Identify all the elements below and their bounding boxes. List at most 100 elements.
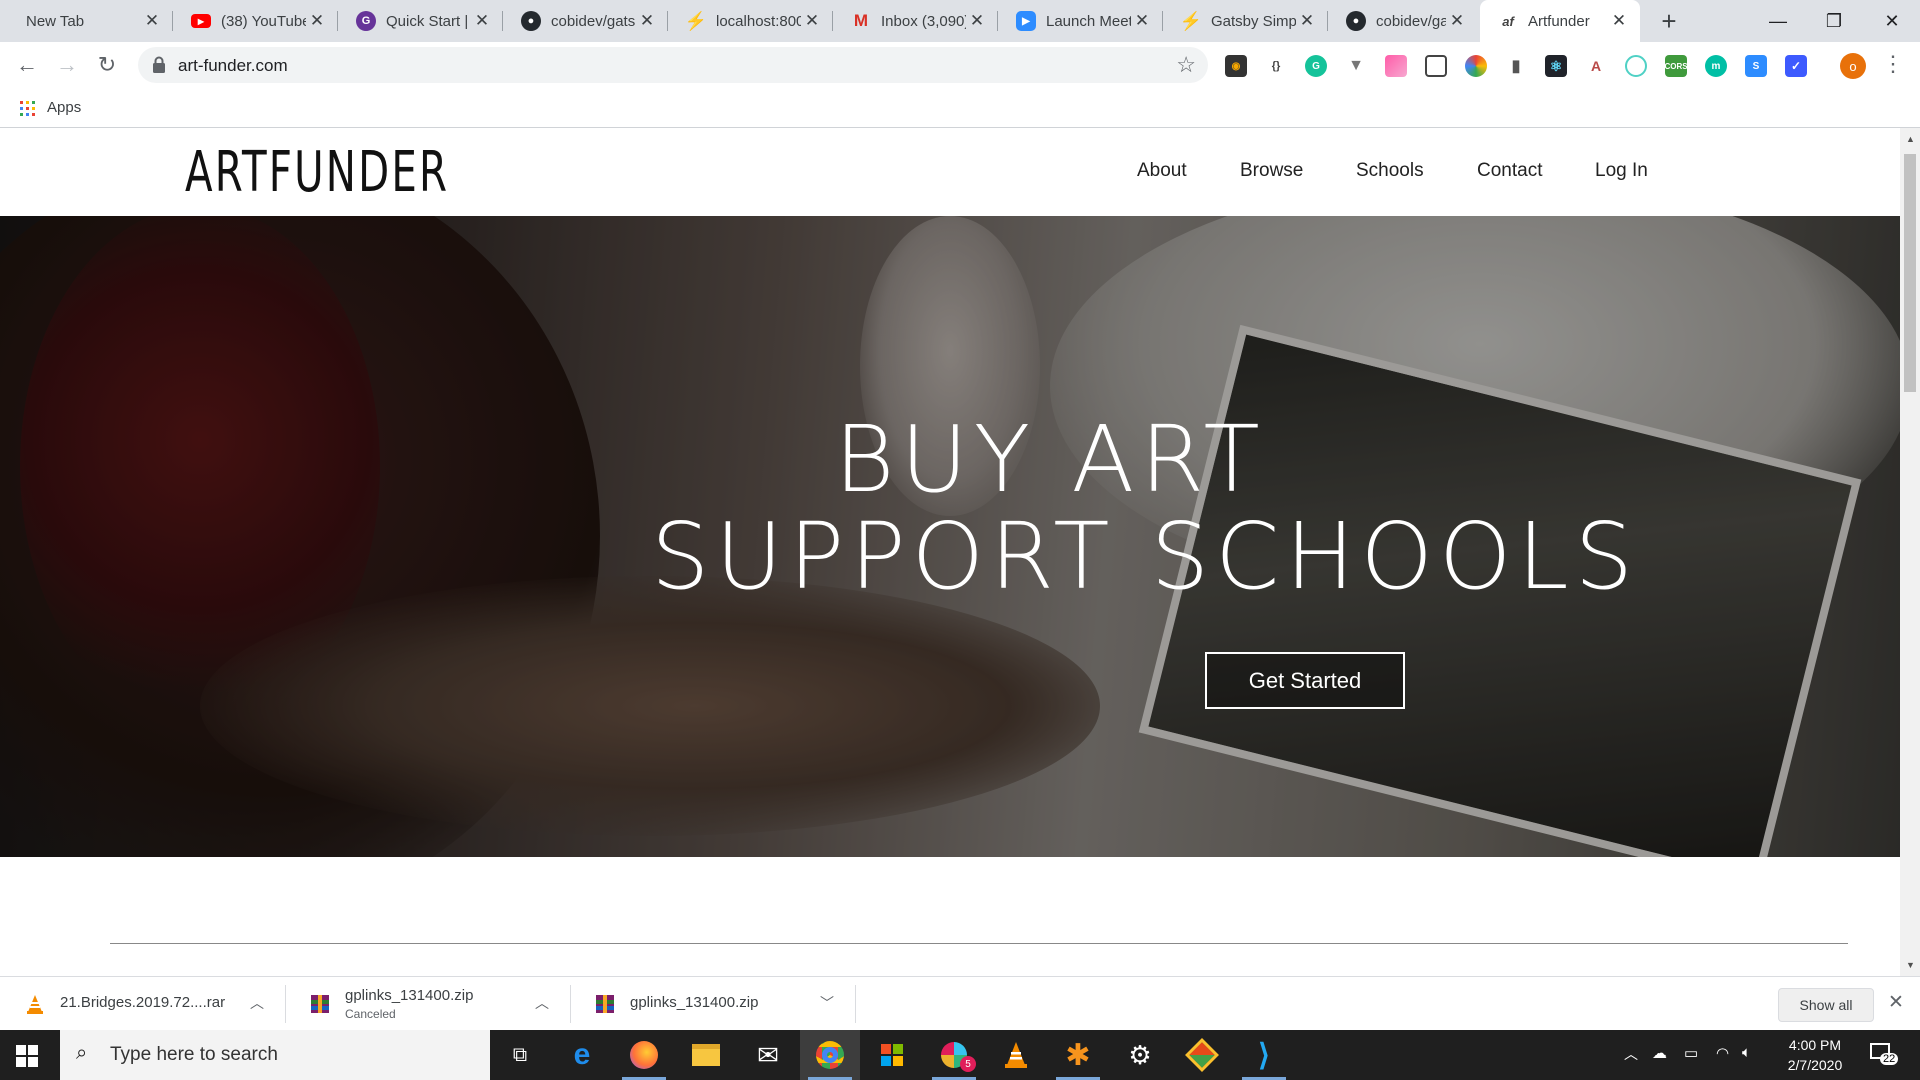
close-icon[interactable]: ✕ bbox=[966, 10, 988, 32]
download-item-1[interactable]: 21.Bridges.2019.72....rar ︿ bbox=[0, 977, 285, 1031]
close-icon[interactable]: ✕ bbox=[1296, 10, 1318, 32]
chevron-up-tray-icon[interactable]: ︿ bbox=[1624, 1044, 1638, 1064]
tab-gmail[interactable]: M Inbox (3,090) ✕ bbox=[833, 0, 998, 42]
tab-zoom[interactable]: ▶ Launch Meeting ✕ bbox=[998, 0, 1163, 42]
taskbar-search-box[interactable]: ⌕ Type here to search bbox=[60, 1030, 490, 1080]
taskbar-clock[interactable]: 4:00 PM 2/7/2020 bbox=[1770, 1035, 1860, 1075]
gatsby-icon: G bbox=[356, 11, 376, 31]
close-icon[interactable]: ✕ bbox=[1608, 10, 1630, 32]
show-all-downloads-button[interactable]: Show all bbox=[1778, 988, 1874, 1022]
forward-arrow-icon[interactable]: → bbox=[50, 48, 84, 82]
close-icon[interactable]: ✕ bbox=[141, 10, 163, 32]
nav-log-in[interactable]: Log In bbox=[1595, 160, 1648, 182]
git-kraken-icon[interactable] bbox=[1172, 1030, 1232, 1080]
scroll-down-arrow-icon[interactable]: ▼ bbox=[1906, 960, 1915, 970]
get-started-button[interactable]: Get Started bbox=[1205, 652, 1405, 709]
grammarly-icon[interactable]: G bbox=[1305, 55, 1327, 77]
tab-gatsby-quick-start[interactable]: G Quick Start | ✕ bbox=[338, 0, 503, 42]
tab-youtube[interactable]: ▶ (38) YouTube ✕ bbox=[173, 0, 338, 42]
loader-icon[interactable] bbox=[1625, 55, 1647, 77]
color-picker-icon[interactable] bbox=[1385, 55, 1407, 77]
pdf-icon[interactable]: A bbox=[1585, 55, 1607, 77]
tab-title: (38) YouTube bbox=[221, 12, 306, 30]
tab-title: cobidev/gatsby bbox=[551, 12, 636, 30]
windows-start-icon[interactable] bbox=[16, 1045, 38, 1067]
slack-icon[interactable]: 5 bbox=[924, 1030, 984, 1080]
close-window-icon[interactable]: ✕ bbox=[1864, 0, 1920, 42]
tab-artfunder[interactable]: af Artfunder ✕ bbox=[1480, 0, 1640, 42]
settings-gear-icon[interactable]: ⚙ bbox=[1110, 1030, 1170, 1080]
close-icon[interactable]: ✕ bbox=[471, 10, 493, 32]
close-icon[interactable]: ✕ bbox=[636, 10, 658, 32]
reload-icon[interactable]: ↻ bbox=[90, 48, 124, 82]
download-item-2[interactable]: gplinks_131400.zip Canceled ︿ bbox=[285, 977, 570, 1031]
tab-github-1[interactable]: ● cobidev/gatsby ✕ bbox=[503, 0, 668, 42]
store-icon[interactable] bbox=[862, 1030, 922, 1080]
vlc-taskbar-icon[interactable] bbox=[986, 1030, 1046, 1080]
chevron-up-icon[interactable]: ︿ bbox=[250, 993, 264, 1013]
profile-avatar[interactable]: o bbox=[1840, 53, 1866, 79]
apps-grid-icon[interactable] bbox=[20, 101, 35, 116]
asterisk-app-icon[interactable]: ✱ bbox=[1048, 1030, 1108, 1080]
new-tab-button[interactable]: + bbox=[1652, 4, 1686, 38]
edge-icon[interactable]: e bbox=[552, 1030, 612, 1080]
json-viewer-icon[interactable]: {} bbox=[1265, 55, 1287, 77]
page-scrollbar[interactable]: ▲ ▼ bbox=[1900, 128, 1920, 976]
scroll-up-arrow-icon[interactable]: ▲ bbox=[1906, 134, 1915, 144]
wappalyzer-icon[interactable]: ✓ bbox=[1785, 55, 1807, 77]
nav-browse[interactable]: Browse bbox=[1240, 160, 1303, 182]
onedrive-cloud-icon[interactable]: ☁ bbox=[1652, 1044, 1667, 1062]
close-icon[interactable]: ✕ bbox=[801, 10, 823, 32]
mail-icon[interactable]: ✉ bbox=[738, 1030, 798, 1080]
close-icon[interactable]: ✕ bbox=[1131, 10, 1153, 32]
react-devtools-icon[interactable]: ⚛ bbox=[1545, 55, 1567, 77]
bookmark-star-icon[interactable]: ☆ bbox=[1176, 52, 1196, 78]
task-view-icon[interactable]: ⧉ bbox=[490, 1030, 550, 1080]
winrar-icon bbox=[311, 995, 329, 1013]
site-logo[interactable]: ARTFUNDER bbox=[185, 140, 449, 205]
tab-localhost[interactable]: ⚡ localhost:8000 ✕ bbox=[668, 0, 833, 42]
battery-icon[interactable]: ▭ bbox=[1684, 1044, 1698, 1062]
scrollbar-thumb[interactable] bbox=[1904, 154, 1916, 392]
volume-icon[interactable]: 🔈︎ bbox=[1742, 1044, 1751, 1061]
color-wheel-icon[interactable] bbox=[1465, 55, 1487, 77]
close-icon[interactable]: ✕ bbox=[306, 10, 328, 32]
apps-bookmark[interactable]: Apps bbox=[47, 99, 81, 116]
page-ruler-icon[interactable]: ▮ bbox=[1505, 55, 1527, 77]
close-icon[interactable]: ✕ bbox=[1446, 10, 1468, 32]
download-item-3[interactable]: gplinks_131400.zip ﹀ bbox=[570, 977, 855, 1031]
notification-center-icon[interactable]: 22 bbox=[1868, 1041, 1899, 1069]
kebab-menu-icon[interactable]: ⋮ bbox=[1882, 51, 1904, 77]
nav-schools[interactable]: Schools bbox=[1356, 160, 1424, 182]
restore-icon[interactable]: ❐ bbox=[1806, 0, 1862, 42]
firefox-icon[interactable] bbox=[614, 1030, 674, 1080]
nav-contact[interactable]: Contact bbox=[1477, 160, 1542, 182]
chevron-up-icon[interactable]: ︿ bbox=[535, 993, 549, 1013]
momentum-icon[interactable]: m bbox=[1705, 55, 1727, 77]
tab-title: New Tab bbox=[26, 12, 85, 30]
tab-title: Launch Meeting bbox=[1046, 12, 1131, 30]
tab-gatsby-simple[interactable]: ⚡ Gatsby Simple ✕ bbox=[1163, 0, 1328, 42]
close-icon[interactable]: ✕ bbox=[1888, 991, 1904, 1014]
screenshot-icon[interactable] bbox=[1425, 55, 1447, 77]
tab-github-2[interactable]: ● cobidev/gatsby ✕ bbox=[1328, 0, 1478, 42]
chevron-down-icon[interactable]: ﹀ bbox=[820, 993, 834, 1013]
file-explorer-icon[interactable] bbox=[676, 1030, 736, 1080]
notification-count: 22 bbox=[1880, 1053, 1899, 1065]
vscode-icon[interactable]: ⟩ bbox=[1234, 1030, 1294, 1080]
wifi-icon[interactable]: ◠ bbox=[1716, 1044, 1729, 1062]
back-arrow-icon[interactable]: ← bbox=[10, 48, 44, 82]
tab-title: localhost:8000 bbox=[716, 12, 801, 30]
search-placeholder: Type here to search bbox=[110, 1044, 278, 1065]
cors-icon[interactable]: CORS bbox=[1664, 55, 1688, 77]
chrome-icon[interactable] bbox=[800, 1030, 860, 1080]
address-bar[interactable]: art-funder.com ☆ bbox=[138, 47, 1208, 83]
s-extension-icon[interactable]: S bbox=[1745, 55, 1767, 77]
vue-devtools-icon[interactable]: ▼ bbox=[1345, 55, 1367, 77]
minimize-icon[interactable]: — bbox=[1750, 0, 1806, 42]
extension-icon[interactable]: ◉ bbox=[1225, 55, 1247, 77]
tab-new-tab[interactable]: New Tab ✕ bbox=[8, 0, 173, 42]
nav-about[interactable]: About bbox=[1137, 160, 1187, 182]
slack-badge: 5 bbox=[960, 1056, 976, 1072]
lightning-icon: ⚡ bbox=[684, 10, 708, 31]
